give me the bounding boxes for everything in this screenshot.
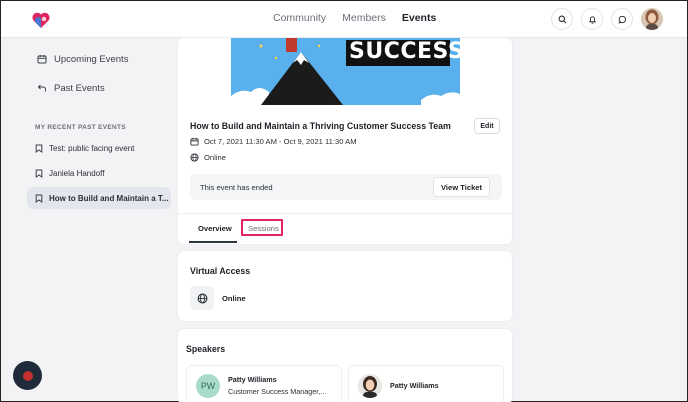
recent-event-item[interactable]: Test: public facing event: [27, 137, 171, 159]
banner-text: SUCCESS: [349, 39, 460, 64]
nav-community[interactable]: Community: [273, 12, 326, 24]
bookmark-icon: [35, 194, 43, 203]
speaker-photo: [358, 374, 382, 398]
nav-members[interactable]: Members: [342, 12, 386, 24]
sidebar-item-upcoming-events[interactable]: Upcoming Events: [27, 47, 171, 71]
speaker-name: Patty Williams: [228, 375, 277, 384]
top-navigation-bar: Community Members Events: [1, 1, 687, 38]
bookmark-icon: [35, 169, 43, 178]
event-banner-image: SUCCESS: [231, 38, 460, 105]
event-date-range: Oct 7, 2021 11:30 AM - Oct 9, 2021 11:30…: [204, 137, 357, 146]
recent-events-heading: MY RECENT PAST EVENTS: [35, 124, 126, 131]
recent-event-label: How to Build and Maintain a T...: [49, 193, 169, 203]
nav-events[interactable]: Events: [402, 12, 436, 24]
speaker-card[interactable]: PW Patty Williams Customer Success Manag…: [186, 365, 342, 402]
messages-button[interactable]: [611, 8, 633, 30]
record-dot-icon: [22, 370, 33, 381]
bookmark-icon: [35, 144, 43, 153]
virtual-access-value: Online: [222, 294, 246, 303]
recent-event-item[interactable]: Janiela Handoff: [27, 162, 171, 184]
sidebar-item-label: Upcoming Events: [54, 53, 129, 65]
speakers-title: Speakers: [186, 344, 226, 354]
sidebar: Upcoming Events Past Events MY RECENT PA…: [27, 47, 171, 212]
search-button[interactable]: [551, 8, 573, 30]
virtual-access-title: Virtual Access: [190, 266, 251, 276]
back-arrow-icon: [37, 84, 46, 92]
sidebar-item-past-events[interactable]: Past Events: [27, 76, 171, 100]
logo-icon[interactable]: [31, 10, 51, 30]
calendar-icon: [37, 55, 47, 64]
bell-icon: [588, 15, 596, 24]
recent-event-label: Janiela Handoff: [49, 168, 105, 178]
tabs-divider: [178, 213, 512, 214]
recent-event-label: Test: public facing event: [49, 143, 135, 153]
sidebar-item-label: Past Events: [54, 82, 105, 94]
view-ticket-button[interactable]: View Ticket: [433, 177, 490, 197]
event-location: Online: [204, 153, 226, 162]
floating-help-button[interactable]: [13, 361, 42, 390]
recent-event-item-selected[interactable]: How to Build and Maintain a T...: [27, 187, 171, 209]
speaker-avatar: PW: [196, 374, 220, 398]
globe-icon: [197, 293, 207, 303]
speaker-role: Customer Success Manager,...: [228, 387, 327, 396]
event-title: How to Build and Maintain a Thriving Cus…: [190, 121, 451, 131]
search-icon: [558, 15, 566, 23]
virtual-access-card: Virtual Access Online: [178, 251, 512, 321]
notifications-button[interactable]: [581, 8, 603, 30]
event-date-row: Oct 7, 2021 11:30 AM - Oct 9, 2021 11:30…: [190, 137, 357, 146]
tab-overview[interactable]: Overview: [198, 224, 232, 233]
speaker-card[interactable]: Patty Williams: [348, 365, 504, 402]
edit-button[interactable]: Edit: [474, 118, 500, 134]
event-ended-text: This event has ended: [200, 183, 273, 192]
globe-icon-box: [190, 286, 214, 310]
globe-icon: [190, 153, 199, 162]
main-nav: Community Members Events: [273, 12, 452, 24]
user-avatar[interactable]: [641, 8, 663, 30]
speaker-name: Patty Williams: [390, 381, 439, 390]
header-actions: [551, 8, 663, 30]
speakers-card: Speakers PW Patty Williams Customer Succ…: [178, 329, 512, 402]
sessions-tab-highlight: [241, 219, 283, 236]
calendar-icon: [190, 137, 199, 146]
event-location-row: Online: [190, 153, 226, 162]
chat-bubble-icon: [617, 15, 626, 24]
event-ended-banner: This event has ended View Ticket: [190, 174, 502, 200]
event-details-card: SUCCESS How to Build and Maintain a Thri…: [178, 38, 512, 244]
active-tab-indicator: [189, 241, 237, 243]
